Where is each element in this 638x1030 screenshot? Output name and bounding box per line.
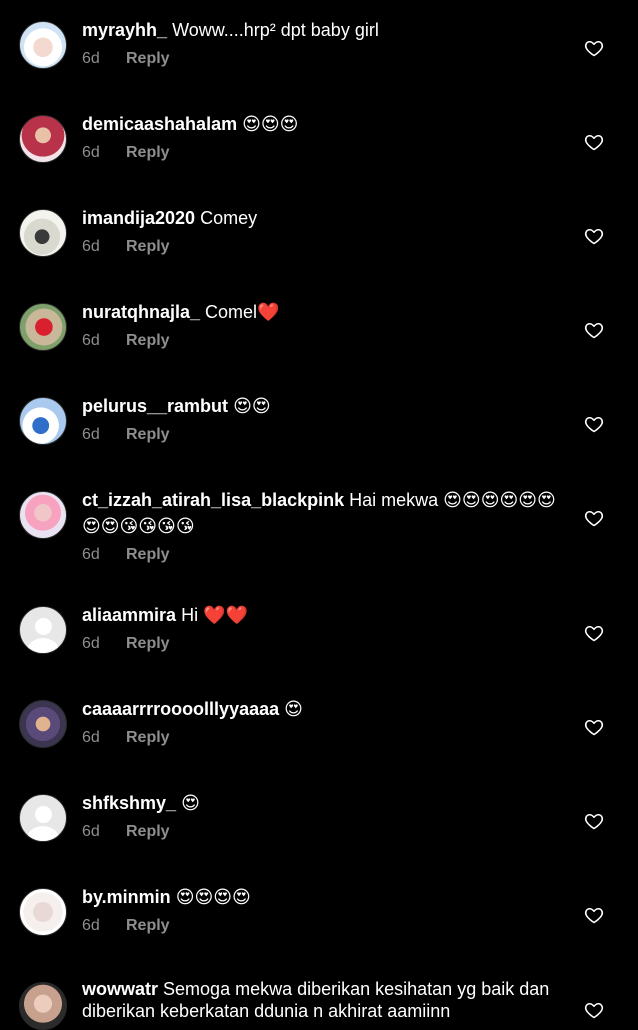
comment-age: 6d <box>82 426 100 443</box>
reply-button[interactable]: Reply <box>126 729 170 746</box>
comment-meta: 6d Reply <box>82 332 558 350</box>
reply-button[interactable]: Reply <box>126 917 170 934</box>
avatar[interactable] <box>19 303 67 351</box>
reply-button[interactable]: Reply <box>126 50 170 67</box>
avatar[interactable] <box>19 700 67 748</box>
avatar[interactable] <box>19 888 67 936</box>
comment-meta: 6d Reply <box>82 917 558 935</box>
like-heart-icon[interactable] <box>584 905 604 925</box>
comment-username[interactable]: nuratqhnajla_ <box>82 302 200 322</box>
comment-username[interactable]: ct_izzah_atirah_lisa_blackpink <box>82 490 344 510</box>
comment-body: by.minmin 😍😍😍😍 6d Reply <box>82 884 558 935</box>
comment-meta: 6d Reply <box>82 546 558 564</box>
comment-text: by.minmin 😍😍😍😍 <box>82 884 558 910</box>
comment-text: nuratqhnajla_ Comel❤️ <box>82 299 558 325</box>
default-avatar-icon[interactable] <box>19 794 67 842</box>
comment-text: myrayhh_ Woww....hrp² dpt baby girl <box>82 17 558 43</box>
reply-button[interactable]: Reply <box>126 635 170 652</box>
comment-message: Comey <box>200 208 258 228</box>
comment-message: 😍 <box>181 793 200 813</box>
comment-meta: 6d Reply <box>82 729 558 747</box>
comment-age: 6d <box>82 50 100 67</box>
comment-username[interactable]: imandija2020 <box>82 208 195 228</box>
avatar[interactable] <box>19 115 67 163</box>
comment-body: pelurus__rambut 😍😍 6d Reply <box>82 393 558 444</box>
avatar[interactable] <box>19 397 67 445</box>
reply-button[interactable]: Reply <box>126 144 170 161</box>
comment-text: demicaashahalam 😍😍😍 <box>82 111 558 137</box>
comment-text: aliaammira Hi ❤️❤️ <box>82 602 558 628</box>
comment-message: Woww....hrp² dpt baby girl <box>172 20 379 40</box>
comment-body: shfkshmy_ 😍 6d Reply <box>82 790 558 841</box>
comment-username[interactable]: caaaarrrroooolllyyaaaa <box>82 699 279 719</box>
comment-body: imandija2020 Comey 6d Reply <box>82 205 558 256</box>
comment-meta: 6d Reply <box>82 635 558 653</box>
comment-meta: 6d Reply <box>82 426 558 444</box>
reply-button[interactable]: Reply <box>126 238 170 255</box>
like-heart-icon[interactable] <box>584 320 604 340</box>
comment-body: demicaashahalam 😍😍😍 6d Reply <box>82 111 558 162</box>
comment-message: 😍 <box>284 699 303 719</box>
comment-username[interactable]: wowwatr <box>82 979 158 999</box>
avatar[interactable] <box>19 982 67 1030</box>
like-heart-icon[interactable] <box>584 717 604 737</box>
comment-text: caaaarrrroooolllyyaaaa 😍 <box>82 696 558 722</box>
like-heart-icon[interactable] <box>584 132 604 152</box>
comment-age: 6d <box>82 917 100 934</box>
comment-body: wowwatr Semoga mekwa diberikan kesihatan… <box>82 978 558 1022</box>
comment-body: nuratqhnajla_ Comel❤️ 6d Reply <box>82 299 558 350</box>
comment-username[interactable]: demicaashahalam <box>82 114 237 134</box>
like-heart-icon[interactable] <box>584 811 604 831</box>
comment-username[interactable]: myrayhh_ <box>82 20 167 40</box>
comment-text: wowwatr Semoga mekwa diberikan kesihatan… <box>82 978 558 1022</box>
comment-message: 😍😍😍 <box>242 114 299 134</box>
comment-text: imandija2020 Comey <box>82 205 558 231</box>
like-heart-icon[interactable] <box>584 38 604 58</box>
comment-body: ct_izzah_atirah_lisa_blackpink Hai mekwa… <box>82 487 558 564</box>
comment-age: 6d <box>82 238 100 255</box>
comment-meta: 6d Reply <box>82 823 558 841</box>
comment-username[interactable]: shfkshmy_ <box>82 793 176 813</box>
reply-button[interactable]: Reply <box>126 332 170 349</box>
avatar[interactable] <box>19 209 67 257</box>
comment-text: ct_izzah_atirah_lisa_blackpink Hai mekwa… <box>82 487 558 539</box>
comment-age: 6d <box>82 546 100 563</box>
like-heart-icon[interactable] <box>584 1000 604 1020</box>
default-avatar-icon[interactable] <box>19 606 67 654</box>
comment-message: Hi ❤️❤️ <box>181 605 248 625</box>
comment-username[interactable]: by.minmin <box>82 887 171 907</box>
comment-body: aliaammira Hi ❤️❤️ 6d Reply <box>82 602 558 653</box>
like-heart-icon[interactable] <box>584 226 604 246</box>
comment-body: caaaarrrroooolllyyaaaa 😍 6d Reply <box>82 696 558 747</box>
like-heart-icon[interactable] <box>584 414 604 434</box>
comment-message: Comel❤️ <box>205 302 280 322</box>
comment-message: 😍😍😍😍 <box>175 887 251 907</box>
comment-meta: 6d Reply <box>82 238 558 256</box>
like-heart-icon[interactable] <box>584 623 604 643</box>
comment-username[interactable]: pelurus__rambut <box>82 396 228 416</box>
comment-age: 6d <box>82 635 100 652</box>
comment-message: 😍😍 <box>233 396 271 416</box>
comment-text: shfkshmy_ 😍 <box>82 790 558 816</box>
comment-meta: 6d Reply <box>82 144 558 162</box>
reply-button[interactable]: Reply <box>126 546 170 563</box>
avatar[interactable] <box>19 491 67 539</box>
comment-age: 6d <box>82 729 100 746</box>
avatar[interactable] <box>19 21 67 69</box>
comment-text: pelurus__rambut 😍😍 <box>82 393 558 419</box>
comment-body: myrayhh_ Woww....hrp² dpt baby girl 6d Re… <box>82 17 558 68</box>
comment-age: 6d <box>82 332 100 349</box>
comment-username[interactable]: aliaammira <box>82 605 176 625</box>
comment-meta: 6d Reply <box>82 50 558 68</box>
comment-age: 6d <box>82 144 100 161</box>
like-heart-icon[interactable] <box>584 508 604 528</box>
reply-button[interactable]: Reply <box>126 426 170 443</box>
comment-age: 6d <box>82 823 100 840</box>
reply-button[interactable]: Reply <box>126 823 170 840</box>
